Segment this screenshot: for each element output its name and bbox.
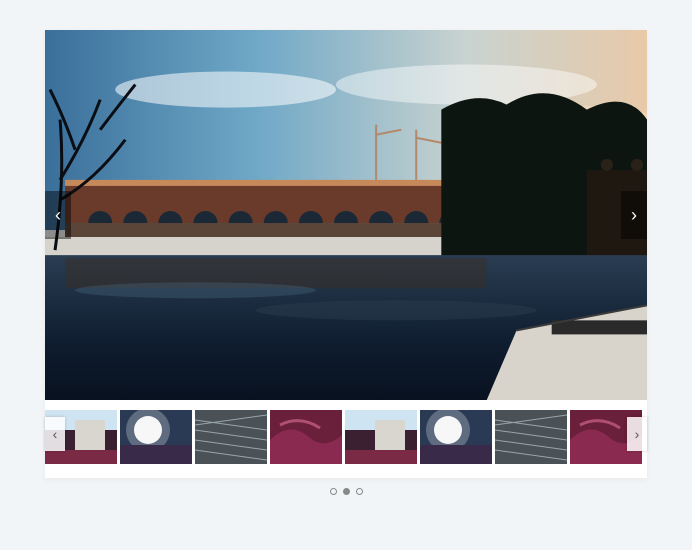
thumbs-prev-button[interactable]: ‹ — [45, 417, 65, 451]
thumbnail[interactable] — [120, 410, 192, 464]
main-next-button[interactable]: › — [621, 191, 647, 239]
chevron-left-icon: ‹ — [53, 426, 58, 442]
thumbnail[interactable] — [420, 410, 492, 464]
thumbnail-list — [45, 410, 647, 464]
pagination-dots — [330, 488, 363, 495]
thumbnail[interactable] — [270, 410, 342, 464]
pagination-dot[interactable] — [356, 488, 363, 495]
chevron-right-icon: › — [631, 205, 637, 226]
chevron-left-icon: ‹ — [55, 205, 61, 226]
pagination-dot[interactable] — [343, 488, 350, 495]
main-image-viewport: ‹ › — [45, 30, 647, 400]
pagination-dot[interactable] — [330, 488, 337, 495]
image-gallery: ‹ › — [45, 30, 647, 478]
thumbnail[interactable] — [195, 410, 267, 464]
thumbnail-strip: ‹ › — [45, 400, 647, 468]
main-image — [45, 30, 647, 400]
thumbnail[interactable] — [495, 410, 567, 464]
main-prev-button[interactable]: ‹ — [45, 191, 71, 239]
thumbnail[interactable] — [345, 410, 417, 464]
thumbs-next-button[interactable]: › — [627, 417, 647, 451]
chevron-right-icon: › — [635, 426, 640, 442]
